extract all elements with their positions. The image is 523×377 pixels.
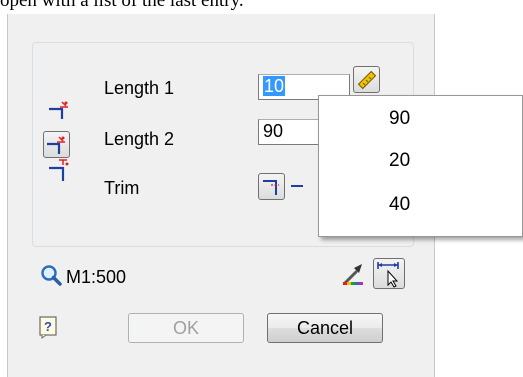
pick-distance-icon xyxy=(377,262,399,288)
ruler-icon xyxy=(357,70,377,90)
pick-distance-button[interactable] xyxy=(373,258,405,289)
length-2-button[interactable] xyxy=(43,131,70,158)
ruler-button[interactable] xyxy=(353,66,380,93)
svg-text:?: ? xyxy=(44,319,52,334)
length-1-label: Length 1 xyxy=(104,78,175,98)
magnifier-icon[interactable] xyxy=(38,263,64,289)
caption-text: open with a list of the last entry. xyxy=(0,0,244,11)
length-2-value: 90 xyxy=(263,121,284,141)
popup-item[interactable]: 90 xyxy=(389,108,410,130)
trim-label: Trim xyxy=(104,178,140,198)
trim-option-icon xyxy=(263,180,279,195)
help-icon[interactable]: ? xyxy=(38,315,60,339)
length-2-icon xyxy=(47,136,65,154)
trim-line-stub xyxy=(291,185,303,187)
scale-label[interactable]: M1:500 xyxy=(66,267,126,288)
cancel-button[interactable]: Cancel xyxy=(267,313,383,343)
length-1-value: 10 xyxy=(263,76,286,96)
recent-values-popup: 90 20 40 xyxy=(318,95,523,237)
length-1-icon xyxy=(46,96,72,122)
length-2-label: Length 2 xyxy=(104,129,175,149)
paint-brush-icon[interactable] xyxy=(340,261,366,287)
popup-item[interactable]: 20 xyxy=(389,150,410,172)
ok-button[interactable]: OK xyxy=(128,313,244,343)
trim-option-button[interactable] xyxy=(258,173,285,200)
trim-icon xyxy=(46,157,72,183)
popup-item[interactable]: 40 xyxy=(389,194,410,216)
caption-strip: open with a list of the last entry. xyxy=(0,0,523,14)
